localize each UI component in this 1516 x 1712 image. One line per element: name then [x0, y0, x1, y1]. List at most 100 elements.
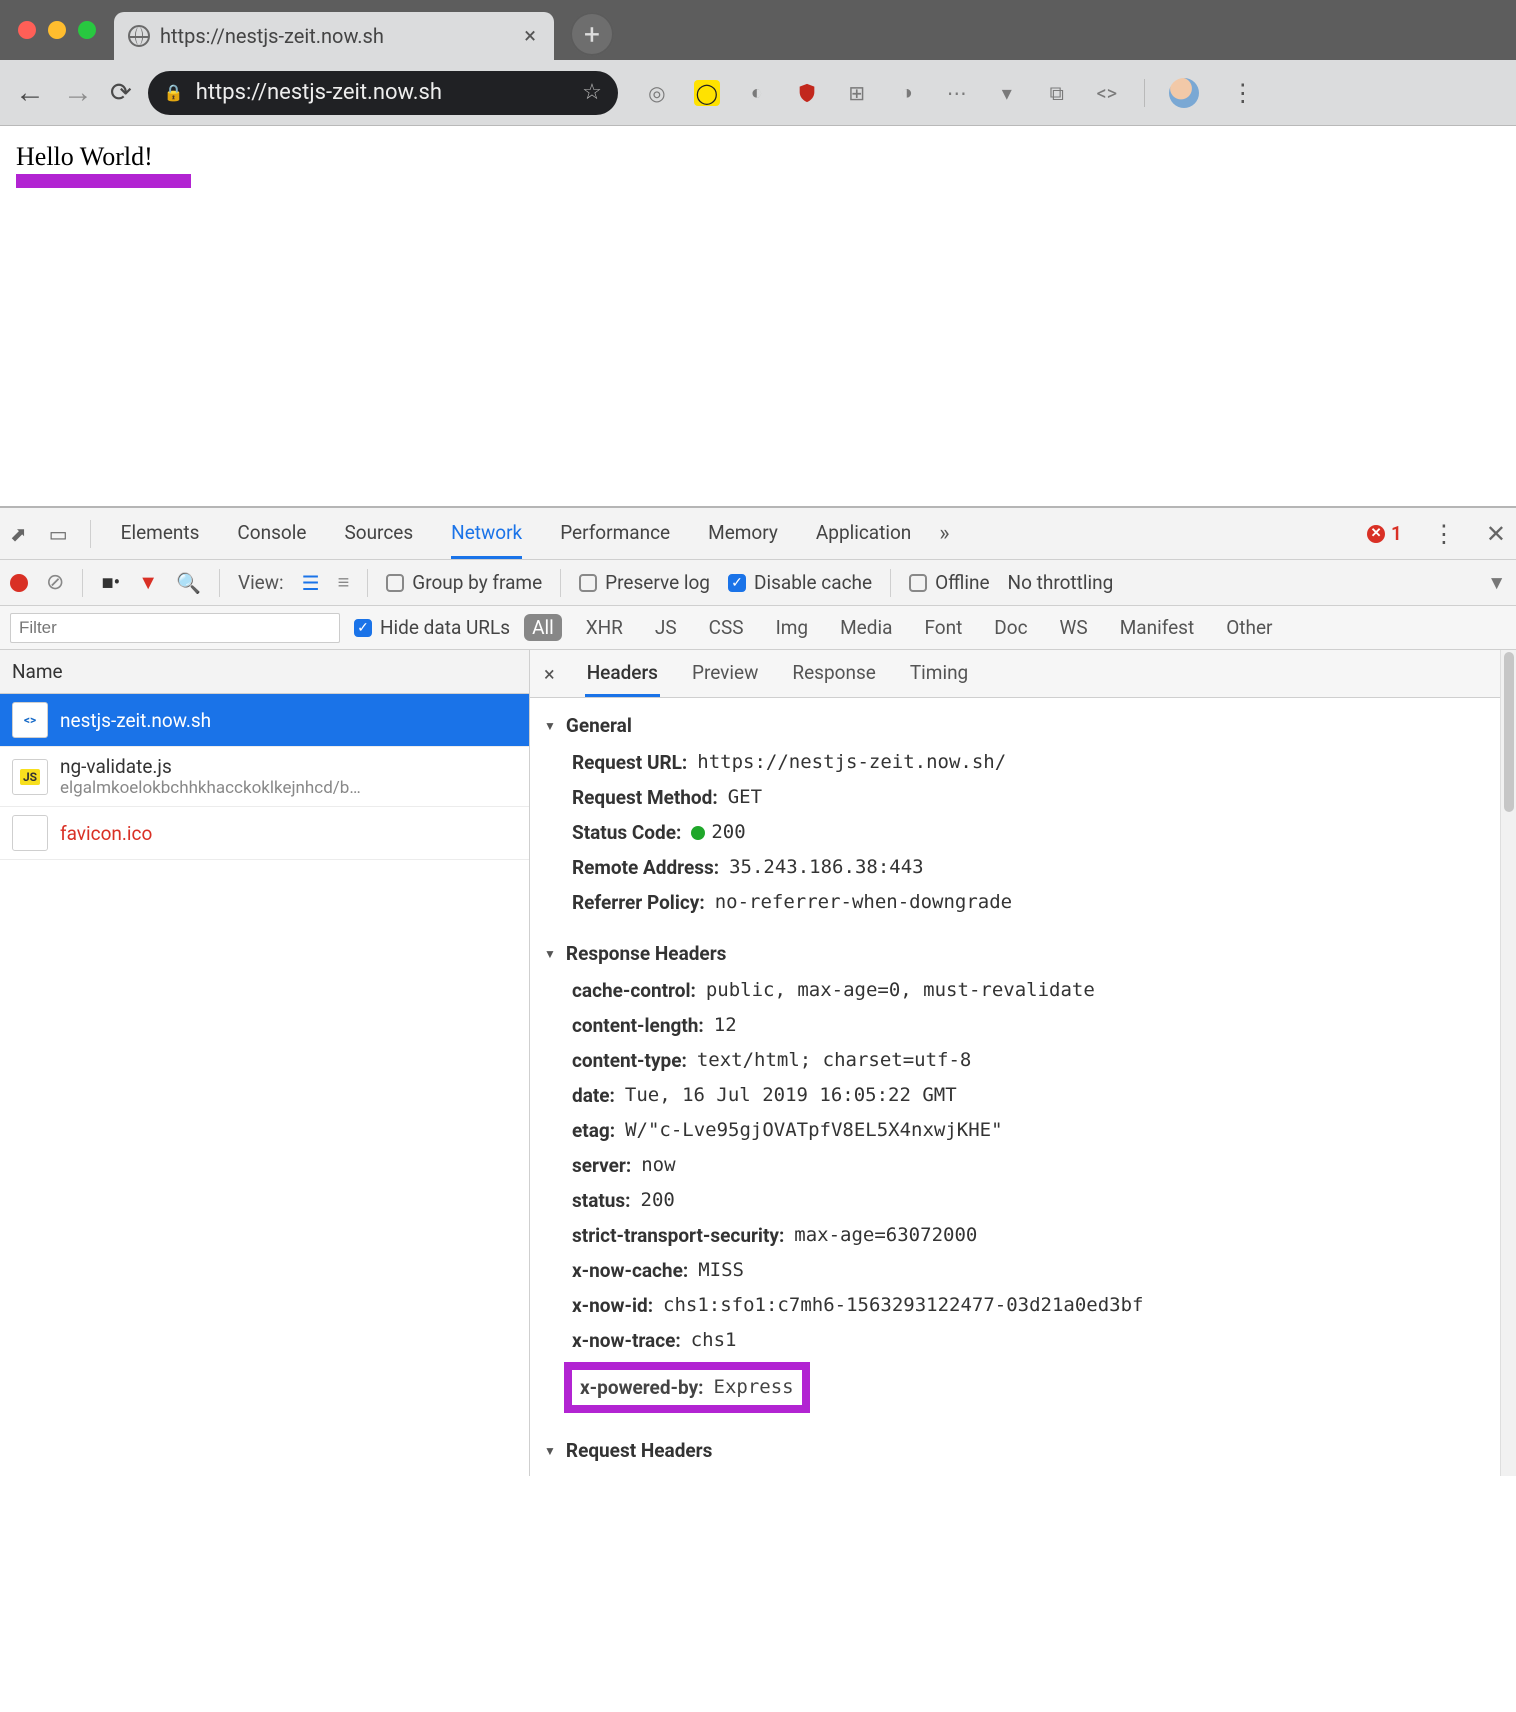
waterfall-icon[interactable]: ≡ [338, 570, 350, 595]
new-tab-button[interactable]: + [570, 12, 614, 56]
close-devtools-icon[interactable]: ✕ [1486, 520, 1506, 548]
bookmark-star-icon[interactable]: ☆ [582, 80, 602, 105]
doc-file-icon: <> [12, 702, 48, 738]
url-field[interactable]: 🔒 https://nestjs-zeit.now.sh ☆ [148, 71, 618, 115]
more-tabs-icon[interactable]: » [939, 521, 949, 546]
hide-data-urls-toggle[interactable]: ✓Hide data URLs [354, 616, 510, 639]
back-button[interactable]: ← [14, 75, 46, 110]
devtools-tab-memory[interactable]: Memory [708, 509, 778, 559]
header-kv: status:200 [544, 1183, 1486, 1218]
header-kv: x-now-cache:MISS [544, 1253, 1486, 1288]
error-indicator[interactable]: ✕ 1 [1367, 522, 1402, 545]
extension-icon-5[interactable]: ⊞ [844, 80, 870, 106]
filter-toggle-icon[interactable]: ▼ [138, 570, 158, 595]
highlighted-header: x-powered-by: Express [564, 1362, 810, 1413]
extension-icon-8[interactable]: ▾ [994, 80, 1020, 106]
devtools-panel: ⬈ ▭ Elements Console Sources Network Perform… [0, 506, 1516, 1476]
type-filter-manifest[interactable]: Manifest [1112, 614, 1203, 641]
ublock-icon[interactable] [794, 80, 820, 106]
extension-icon-2[interactable]: ◯ [694, 80, 720, 106]
extension-icon-6[interactable]: ◑ [894, 80, 920, 106]
type-filter-media[interactable]: Media [832, 614, 900, 641]
type-filter-font[interactable]: Font [916, 614, 970, 641]
kv-key: x-now-cache: [572, 1259, 688, 1282]
section-request-headers[interactable]: Request Headers [544, 1439, 1486, 1462]
search-icon[interactable]: 🔍 [176, 571, 201, 595]
devtools-tab-console[interactable]: Console [237, 509, 306, 559]
type-filter-other[interactable]: Other [1218, 614, 1280, 641]
kv-key: etag: [572, 1119, 615, 1142]
screenshot-icon[interactable]: ■• [101, 570, 120, 595]
close-tab-icon[interactable]: × [524, 24, 536, 49]
device-toggle-icon[interactable]: ▭ [49, 522, 68, 546]
request-row[interactable]: JSng-validate.jselgalmkoelokbchhkhacckok… [0, 747, 529, 807]
filter-input[interactable] [10, 613, 340, 643]
detail-tab-timing[interactable]: Timing [908, 651, 970, 697]
extension-icon-10[interactable]: <> [1094, 80, 1120, 106]
devtools-menu-button[interactable]: ⋮ [1432, 520, 1456, 548]
kv-key: server: [572, 1154, 631, 1177]
element-picker-icon[interactable]: ⬈ [10, 522, 27, 546]
maximize-window-button[interactable] [78, 21, 96, 39]
kv-key: content-type: [572, 1049, 687, 1072]
group-by-frame-toggle[interactable]: Group by frame [386, 571, 542, 594]
scrollbar-thumb[interactable] [1504, 652, 1514, 812]
detail-tabstrip: × Headers Preview Response Timing [530, 650, 1500, 698]
page-body-text: Hello World! [16, 142, 153, 172]
request-row[interactable]: <>nestjs-zeit.now.sh [0, 694, 529, 747]
type-filter-img[interactable]: Img [768, 614, 817, 641]
reload-button[interactable]: ⟳ [110, 78, 132, 108]
offline-toggle[interactable]: Offline [909, 571, 989, 594]
kv-value: now [641, 1154, 675, 1177]
clear-button[interactable]: ⊘ [46, 570, 64, 595]
dropdown-icon[interactable]: ▼ [1487, 571, 1506, 595]
globe-icon [128, 25, 150, 47]
minimize-window-button[interactable] [48, 21, 66, 39]
devtools-tab-application[interactable]: Application [816, 509, 911, 559]
close-detail-icon[interactable]: × [544, 662, 555, 686]
type-filter-doc[interactable]: Doc [986, 614, 1035, 641]
throttling-select[interactable]: No throttling [1008, 571, 1114, 594]
preserve-log-toggle[interactable]: Preserve log [579, 571, 710, 594]
extension-icon-3[interactable]: ◐ [744, 80, 770, 106]
close-window-button[interactable] [18, 21, 36, 39]
scrollbar[interactable] [1500, 650, 1516, 1476]
record-button[interactable] [10, 574, 28, 592]
detail-tab-headers[interactable]: Headers [585, 651, 660, 697]
browser-menu-button[interactable]: ⋮ [1231, 79, 1255, 107]
header-kv: Referrer Policy:no-referrer-when-downgra… [544, 885, 1486, 920]
type-filter-css[interactable]: CSS [701, 614, 752, 641]
extension-icon-7[interactable]: ⋯ [944, 80, 970, 106]
extension-icon-9[interactable]: ⧉ [1044, 80, 1070, 106]
browser-tab[interactable]: https://nestjs-zeit.now.sh × [114, 12, 554, 60]
profile-avatar[interactable] [1169, 78, 1199, 108]
section-general[interactable]: General [544, 714, 1486, 737]
type-filter-xhr[interactable]: XHR [578, 614, 631, 641]
section-response-headers[interactable]: Response Headers [544, 942, 1486, 965]
highlight-underline [16, 174, 191, 188]
kv-key: Request URL: [572, 751, 687, 774]
devtools-tab-elements[interactable]: Elements [121, 509, 200, 559]
forward-button[interactable]: → [62, 75, 94, 110]
header-kv: x-now-id:chs1:sfo1:c7mh6-1563293122477-0… [544, 1288, 1486, 1323]
header-kv: strict-transport-security:max-age=630720… [544, 1218, 1486, 1253]
devtools-tab-performance[interactable]: Performance [560, 509, 670, 559]
request-row[interactable]: favicon.ico [0, 807, 529, 860]
kv-value: text/html; charset=utf-8 [697, 1049, 972, 1072]
type-filter-ws[interactable]: WS [1052, 614, 1096, 641]
devtools-tab-network[interactable]: Network [451, 509, 522, 559]
disable-cache-toggle[interactable]: ✓Disable cache [728, 571, 872, 594]
type-filter-all[interactable]: All [524, 614, 562, 641]
header-kv: cache-control:public, max-age=0, must-re… [544, 973, 1486, 1008]
hl-val: Express [714, 1376, 794, 1399]
kv-value: chs1 [691, 1329, 737, 1352]
kv-key: x-now-trace: [572, 1329, 681, 1352]
type-filter-js[interactable]: JS [647, 614, 685, 641]
detail-tab-preview[interactable]: Preview [690, 651, 760, 697]
extension-icon-1[interactable]: ◎ [644, 80, 670, 106]
kv-value: chs1:sfo1:c7mh6-1563293122477-03d21a0ed3… [663, 1294, 1143, 1317]
detail-tab-response[interactable]: Response [790, 651, 877, 697]
request-name: favicon.ico [60, 822, 152, 845]
devtools-tab-sources[interactable]: Sources [344, 509, 413, 559]
large-rows-icon[interactable]: ☰ [302, 571, 320, 595]
